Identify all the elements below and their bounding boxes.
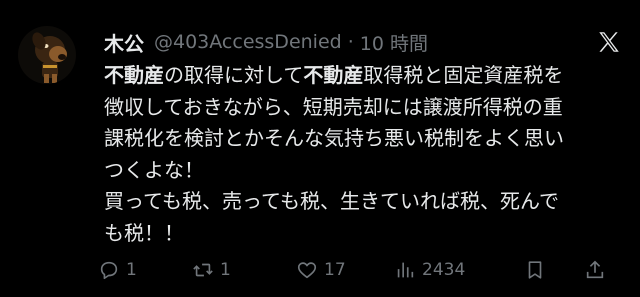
- views-icon: [397, 262, 414, 278]
- highlighted-term: 不動産: [303, 63, 364, 87]
- reply-button[interactable]: 1: [98, 259, 192, 281]
- highlighted-term: 不動産: [104, 63, 164, 87]
- action-bar: 1 1 17 2434: [98, 254, 626, 286]
- post-line: つくよな！: [104, 155, 624, 187]
- views-button[interactable]: 2434: [394, 259, 524, 281]
- display-name[interactable]: 木公: [104, 28, 144, 57]
- post-text: の取得に対して: [164, 63, 304, 87]
- share-icon: [586, 260, 604, 279]
- heart-icon: [297, 262, 317, 279]
- share-button[interactable]: [584, 259, 606, 281]
- repost-button[interactable]: 1: [192, 259, 296, 281]
- bookmark-button[interactable]: [524, 259, 584, 281]
- post-line: 徴収しておきながら、短期売却には譲渡所得税の重: [104, 92, 624, 124]
- bookmark-icon: [528, 261, 542, 279]
- avatar[interactable]: [18, 26, 76, 84]
- post-text: 買っても税、売っても税、生きていれば税、死んで: [104, 189, 559, 213]
- header-separator: ·: [347, 31, 354, 53]
- like-count: 17: [324, 260, 346, 280]
- avatar-dog-image: [18, 26, 76, 84]
- post-header: 木公 @403AccessDenied · 10 時間: [104, 28, 428, 56]
- x-logo-icon[interactable]: [596, 29, 622, 55]
- reply-icon: [100, 261, 118, 280]
- post-timestamp[interactable]: 10 時間: [360, 29, 428, 56]
- post-text: つくよな！: [104, 157, 204, 182]
- post-text: も税！！: [104, 220, 184, 245]
- repost-icon: [193, 263, 213, 277]
- post-line: も税！！: [104, 218, 624, 250]
- post-text: 取得税と固定資産税を: [363, 63, 564, 87]
- post-line: 課税化を検討とかそんな気持ち悪い税制をよく思い: [104, 123, 624, 155]
- post-line: 不動産の取得に対して不動産取得税と固定資産税を: [104, 60, 624, 92]
- like-button[interactable]: 17: [296, 259, 394, 281]
- user-handle[interactable]: @403AccessDenied: [154, 31, 342, 53]
- view-count: 2434: [422, 260, 466, 280]
- post-text: 徴収しておきながら、短期売却には譲渡所得税の重: [104, 94, 563, 119]
- post-line: 買っても税、売っても税、生きていれば税、死んで: [104, 186, 624, 218]
- repost-count: 1: [220, 260, 231, 280]
- post-body: 不動産の取得に対して不動産取得税と固定資産税を 徴収しておきながら、短期売却には譲…: [104, 60, 624, 249]
- reply-count: 1: [126, 260, 137, 280]
- post-text: 課税化を検討とかそんな気持ち悪い税制をよく思い: [104, 126, 564, 150]
